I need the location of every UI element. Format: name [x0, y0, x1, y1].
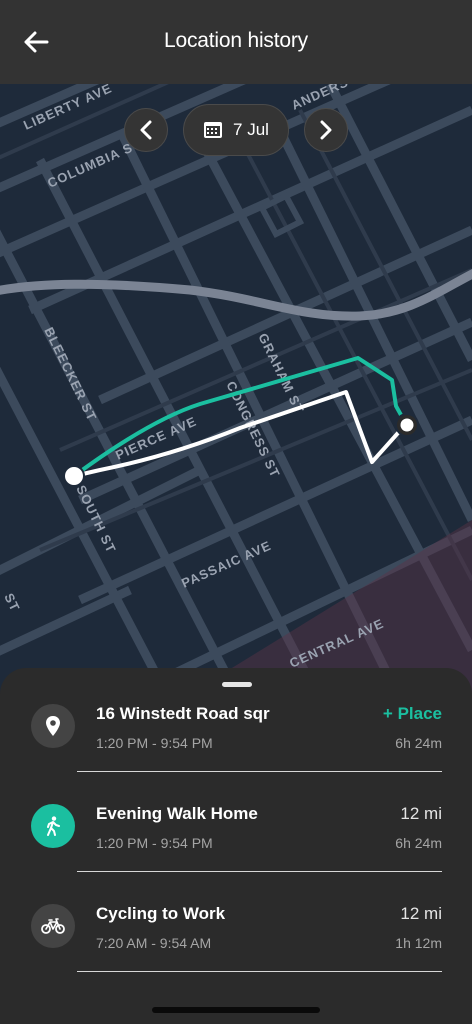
item-time-range: 7:20 AM - 9:54 AM [96, 935, 212, 951]
item-title: Evening Walk Home [96, 804, 258, 823]
item-duration: 1h 12m [395, 935, 442, 951]
chevron-right-icon [320, 120, 332, 140]
sheet-drag-handle[interactable] [222, 682, 252, 687]
calendar-icon [204, 122, 223, 138]
street-label: BLEECKER ST [41, 325, 100, 424]
next-day-button[interactable] [304, 108, 348, 152]
page-title: Location history [164, 29, 308, 52]
timeline-sheet: 16 Winstedt Road sqr 1:20 PM - 9:54 PM +… [0, 668, 472, 1024]
date-navigator: 7 Jul [0, 104, 472, 156]
location-pin-icon [31, 704, 75, 748]
previous-day-button[interactable] [124, 108, 168, 152]
item-time-range: 1:20 PM - 9:54 PM [96, 835, 213, 851]
map-canvas: LIBERTY AVE COLUMBIA ST ANDERSON AVE BLE… [0, 84, 472, 704]
timeline-item-cycle[interactable]: Cycling to Work 7:20 AM - 9:54 AM 12 mi … [0, 892, 472, 992]
street-label: ST [1, 591, 23, 614]
home-indicator [152, 1007, 320, 1013]
walking-icon [31, 804, 75, 848]
chevron-left-icon [140, 120, 152, 140]
item-time-range: 1:20 PM - 9:54 PM [96, 735, 213, 751]
bicycle-icon [31, 904, 75, 948]
divider [77, 871, 442, 872]
timeline-item-walk[interactable]: Evening Walk Home 1:20 PM - 9:54 PM 12 m… [0, 792, 472, 892]
add-place-button[interactable]: + Place [383, 704, 442, 724]
date-picker-button[interactable]: 7 Jul [183, 104, 289, 156]
map-view[interactable]: LIBERTY AVE COLUMBIA ST ANDERSON AVE BLE… [0, 84, 472, 704]
route-start-marker[interactable] [63, 465, 85, 487]
item-title: Cycling to Work [96, 904, 226, 923]
item-duration: 6h 24m [395, 735, 442, 751]
divider [77, 971, 442, 972]
item-title: 16 Winstedt Road sqr [96, 704, 270, 723]
divider [77, 771, 442, 772]
timeline-item-place[interactable]: 16 Winstedt Road sqr 1:20 PM - 9:54 PM +… [0, 692, 472, 792]
selected-date: 7 Jul [233, 120, 269, 139]
top-app-bar: Location history [0, 0, 472, 84]
item-distance: 12 mi [400, 804, 442, 823]
item-distance: 12 mi [400, 904, 442, 923]
item-duration: 6h 24m [395, 835, 442, 851]
